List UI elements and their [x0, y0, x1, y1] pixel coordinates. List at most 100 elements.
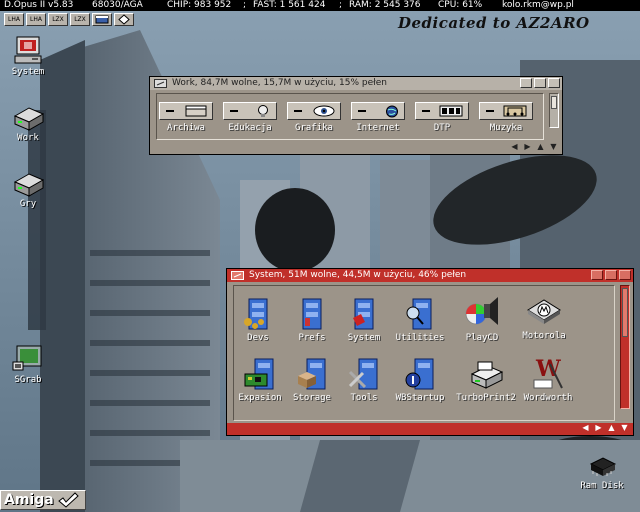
app-label: PlayCD [465, 333, 499, 343]
scroll-up-arrow[interactable]: ▲ [606, 423, 617, 433]
drawer-icon [406, 298, 432, 330]
title-gadgets [591, 270, 631, 280]
drawer-utilities[interactable]: Utilities [390, 296, 450, 343]
sep-2: ; [339, 0, 343, 10]
drawer-label: Expasion [238, 393, 282, 403]
edukacja-button[interactable] [223, 102, 277, 120]
drawer-label: WBStartup [395, 393, 445, 403]
drawer-icon [302, 298, 322, 330]
archiwa-label: Archiwa [167, 123, 205, 133]
internet-label: Internet [356, 123, 400, 133]
iconify-button[interactable] [591, 270, 603, 280]
drawer-icon [244, 298, 268, 330]
drawer-label: System [347, 333, 381, 343]
drawer-tools[interactable]: Tools [334, 356, 394, 403]
app-turboprint2[interactable]: TurboPrint2 [456, 356, 516, 403]
scroll-arrows: ◀ ▶ ▲ ▼ [580, 423, 630, 433]
depth-button[interactable] [548, 78, 560, 88]
drawer-devs[interactable]: Devs [228, 296, 288, 343]
drawer-icon [405, 358, 434, 390]
lha-button-2[interactable]: LHA [26, 13, 46, 26]
archiwa-button[interactable] [159, 102, 213, 120]
grafika-button[interactable] [287, 102, 341, 120]
work-window-vscroll[interactable] [549, 93, 559, 128]
drawer-icon [298, 358, 326, 390]
desktop-icon-work[interactable]: Work [0, 102, 56, 143]
sep-1: ; [243, 0, 247, 10]
drawer-prefs[interactable]: Prefs [282, 296, 342, 343]
window-button[interactable] [92, 13, 112, 26]
desktop-icon-gry[interactable]: Gry [0, 168, 56, 209]
desktop-icon-label: System [11, 67, 45, 77]
screengrab-icon [12, 345, 42, 371]
scroll-right-arrow[interactable]: ▶ [593, 423, 604, 433]
desktop-icon-ram-disk[interactable]: Ram Disk [574, 452, 630, 491]
system-window-titlebar[interactable]: System, 51M wolne, 44,5M w użyciu, 46% p… [227, 269, 633, 282]
toolbar-gadgets: LHA LHA LZX LZX [4, 13, 134, 26]
diamond-button[interactable] [114, 13, 134, 26]
fast-mem: FAST: 1 561 424 [253, 0, 326, 10]
eye-icon [313, 105, 335, 117]
email: kolo.rkm@wp.pl [502, 0, 574, 10]
app-wordworth[interactable]: W Wordworth [518, 354, 578, 403]
app-label: TurboPrint2 [456, 393, 516, 403]
work-window-titlebar[interactable]: Work, 84,7M wolne, 15,7M w użyciu, 15% p… [150, 77, 562, 90]
printer-icon [470, 361, 504, 389]
close-icon[interactable] [154, 79, 167, 88]
dtp-icon [439, 105, 463, 117]
close-icon[interactable] [231, 271, 244, 280]
lha-button-1[interactable]: LHA [4, 13, 24, 26]
title-gadgets [520, 78, 560, 88]
checkmark-logo-icon [58, 492, 79, 508]
cpu-type: 68030/AGA [92, 0, 143, 10]
app-label: Wordworth [523, 393, 573, 403]
app-playcd[interactable]: PlayCD [452, 294, 512, 343]
desktop-icon-system[interactable]: System [0, 34, 56, 77]
system-window-vscroll[interactable] [620, 285, 630, 409]
drawer-storage[interactable]: Storage [282, 356, 342, 403]
drawer-label: Prefs [298, 333, 326, 343]
lzx-button-1[interactable]: LZX [48, 13, 68, 26]
drawer-label: Tools [350, 393, 378, 403]
desktop-icon-sgrab[interactable]: SGrab [0, 342, 56, 385]
music-icon [503, 105, 527, 117]
dedication-text: Dedicated to AZ2ARO [398, 14, 590, 32]
scroll-left-arrow[interactable]: ◀ [509, 142, 520, 152]
scroll-right-arrow[interactable]: ▶ [522, 142, 533, 152]
depth-button[interactable] [619, 270, 631, 280]
muzyka-button[interactable] [479, 102, 533, 120]
scroll-knob[interactable] [622, 288, 628, 337]
drawer-expasion[interactable]: Expasion [230, 356, 290, 403]
scroll-left-arrow[interactable]: ◀ [580, 423, 591, 433]
drawer-wbstartup[interactable]: WBStartup [390, 356, 450, 403]
zoom-button[interactable] [605, 270, 617, 280]
work-window[interactable]: Work, 84,7M wolne, 15,7M w użyciu, 15% p… [149, 76, 563, 155]
scroll-down-arrow[interactable]: ▼ [548, 142, 559, 152]
wordworth-icon: W [533, 356, 563, 389]
screen-title-bar: D.Opus II v5.83 68030/AGA CHIP: 983 952 … [0, 0, 640, 11]
cpu-usage: CPU: 61% [438, 0, 483, 10]
edukacja-label: Edukacja [228, 123, 272, 133]
desktop-icon-label: Gry [19, 199, 37, 209]
computer-icon [14, 36, 42, 64]
system-window[interactable]: System, 51M wolne, 44,5M w użyciu, 46% p… [226, 268, 634, 436]
lzx-button-2[interactable]: LZX [70, 13, 90, 26]
amiga-logo-button[interactable]: Amiga [0, 490, 86, 510]
ramdisk-chip-icon [589, 457, 617, 476]
scroll-knob[interactable] [551, 96, 557, 110]
drawer-icon [353, 298, 374, 330]
lightbulb-icon [258, 105, 268, 117]
zoom-button[interactable] [534, 78, 546, 88]
scroll-down-arrow[interactable]: ▼ [619, 423, 630, 433]
dtp-button[interactable] [415, 102, 469, 120]
internet-button[interactable] [351, 102, 405, 120]
drawer-system[interactable]: System [334, 296, 394, 343]
scroll-up-arrow[interactable]: ▲ [535, 142, 546, 152]
drawer-icon [244, 358, 274, 390]
window-icon [95, 15, 109, 24]
speaker-icon [465, 297, 498, 325]
iconify-button[interactable] [520, 78, 532, 88]
app-motorola[interactable]: Motorola [514, 294, 574, 341]
work-window-title: Work, 84,7M wolne, 15,7M w użyciu, 15% p… [172, 78, 387, 88]
desktop-icon-label: Work [17, 133, 39, 143]
